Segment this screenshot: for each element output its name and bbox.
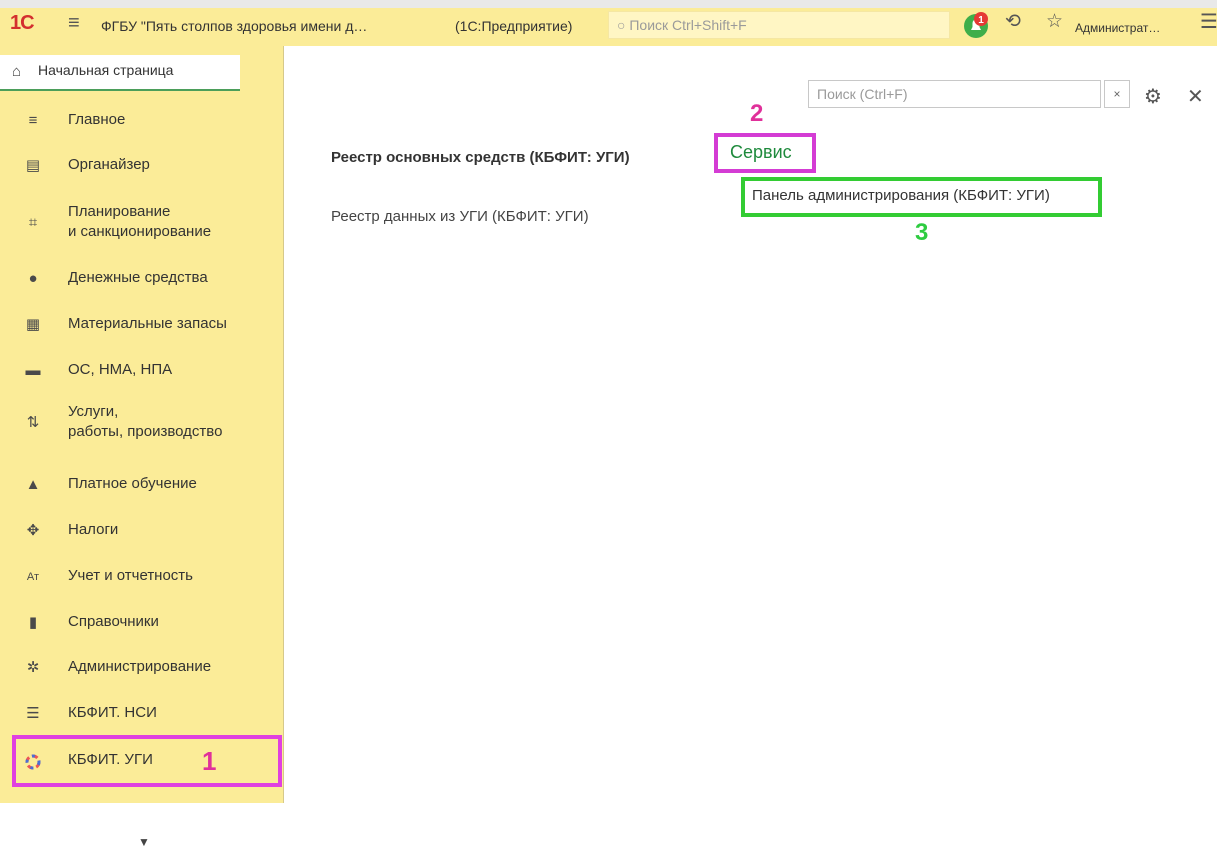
favorites-star-icon[interactable]: ☆ bbox=[1046, 12, 1063, 32]
accounting-icon: Ат bbox=[26, 571, 40, 583]
step1-number: 1 bbox=[202, 746, 217, 776]
money-icon: ● bbox=[28, 270, 38, 287]
sidebar-item-administration[interactable]: ✲ Администрирование bbox=[0, 657, 284, 681]
sidebar: ⌂ Начальная страница ≡ Главное ▤ Органай… bbox=[0, 46, 284, 849]
step1-highlight-box bbox=[12, 735, 282, 787]
sidebar-item-planning[interactable]: ⌗ Планирование и санкционирование bbox=[0, 202, 284, 246]
organizer-icon: ▤ bbox=[25, 157, 41, 174]
global-search-input[interactable]: ○ Поиск Ctrl+Shift+F bbox=[608, 11, 950, 39]
app-mode: (1С:Предприятие) bbox=[455, 18, 573, 34]
history-icon[interactable]: ⟲ bbox=[1005, 12, 1021, 32]
sidebar-item-references[interactable]: ▮ Справочники bbox=[0, 612, 284, 636]
settings-gear-icon[interactable]: ⚙ bbox=[1144, 84, 1162, 109]
home-tab[interactable]: ⌂ Начальная страница bbox=[0, 55, 240, 91]
database-icon: ☰ bbox=[26, 705, 40, 722]
sidebar-item-organizer[interactable]: ▤ Органайзер bbox=[0, 155, 284, 179]
app-title: ФГБУ "Пять столпов здоровья имени д… bbox=[101, 18, 368, 34]
notification-count: 1 bbox=[978, 15, 984, 26]
top-bar: 1С ≡ ФГБУ "Пять столпов здоровья имени д… bbox=[0, 0, 1217, 46]
step2-number: 2 bbox=[750, 100, 764, 127]
sidebar-item-inventory[interactable]: ▦ Материальные запасы bbox=[0, 314, 284, 338]
sidebar-item-taxes[interactable]: ✥ Налоги bbox=[0, 520, 284, 544]
service-menu-link[interactable]: Сервис bbox=[730, 142, 792, 163]
truck-icon: ▬ bbox=[25, 362, 41, 379]
sidebar-item-services[interactable]: ⇅ Услуги, работы, производство bbox=[0, 402, 284, 446]
sidebar-item-main[interactable]: ≡ Главное bbox=[0, 110, 284, 134]
sidebar-item-education[interactable]: ▲ Платное обучение bbox=[0, 474, 284, 498]
close-icon[interactable]: ✕ bbox=[1187, 84, 1204, 109]
user-name[interactable]: Администрат… bbox=[1075, 18, 1160, 38]
sidebar-item-money[interactable]: ● Денежные средства bbox=[0, 268, 284, 292]
inventory-icon: ▦ bbox=[25, 316, 41, 333]
more-menu-icon[interactable]: ☰ bbox=[1200, 12, 1217, 32]
registry-ugi-data-link[interactable]: Реестр данных из УГИ (КБФИТ: УГИ) bbox=[331, 208, 589, 225]
graduation-icon: ▲ bbox=[25, 476, 41, 493]
step3-number: 3 bbox=[915, 219, 929, 246]
services-icon: ⇅ bbox=[26, 414, 40, 431]
sidebar-item-assets[interactable]: ▬ ОС, НМА, НПА bbox=[0, 360, 284, 384]
gear-icon: ✲ bbox=[26, 659, 40, 676]
planning-icon: ⌗ bbox=[28, 214, 38, 231]
emblem-icon: ✥ bbox=[26, 522, 40, 539]
hamburger-menu-icon[interactable]: ≡ bbox=[68, 13, 80, 33]
home-tab-label: Начальная страница bbox=[38, 62, 174, 78]
sidebar-item-kbfit-nsi[interactable]: ☰ КБФИТ. НСИ bbox=[0, 703, 284, 727]
content-search-input[interactable]: Поиск (Ctrl+F) bbox=[808, 80, 1101, 108]
admin-panel-link[interactable]: Панель администрирования (КБФИТ: УГИ) bbox=[752, 187, 1050, 204]
books-icon: ▮ bbox=[28, 614, 38, 631]
app-logo[interactable]: 1С bbox=[10, 13, 35, 33]
registry-main-assets-link[interactable]: Реестр основных средств (КБФИТ: УГИ) bbox=[331, 149, 630, 166]
notifications-bell-icon[interactable]: 1 bbox=[961, 10, 991, 40]
home-icon: ⌂ bbox=[12, 63, 22, 80]
menu-icon: ≡ bbox=[28, 112, 38, 129]
scroll-down-arrow-icon[interactable]: ▼ bbox=[138, 835, 150, 849]
clear-search-button[interactable]: × bbox=[1104, 80, 1130, 108]
search-icon: ○ bbox=[617, 17, 630, 33]
sidebar-item-accounting[interactable]: Ат Учет и отчетность bbox=[0, 566, 284, 590]
